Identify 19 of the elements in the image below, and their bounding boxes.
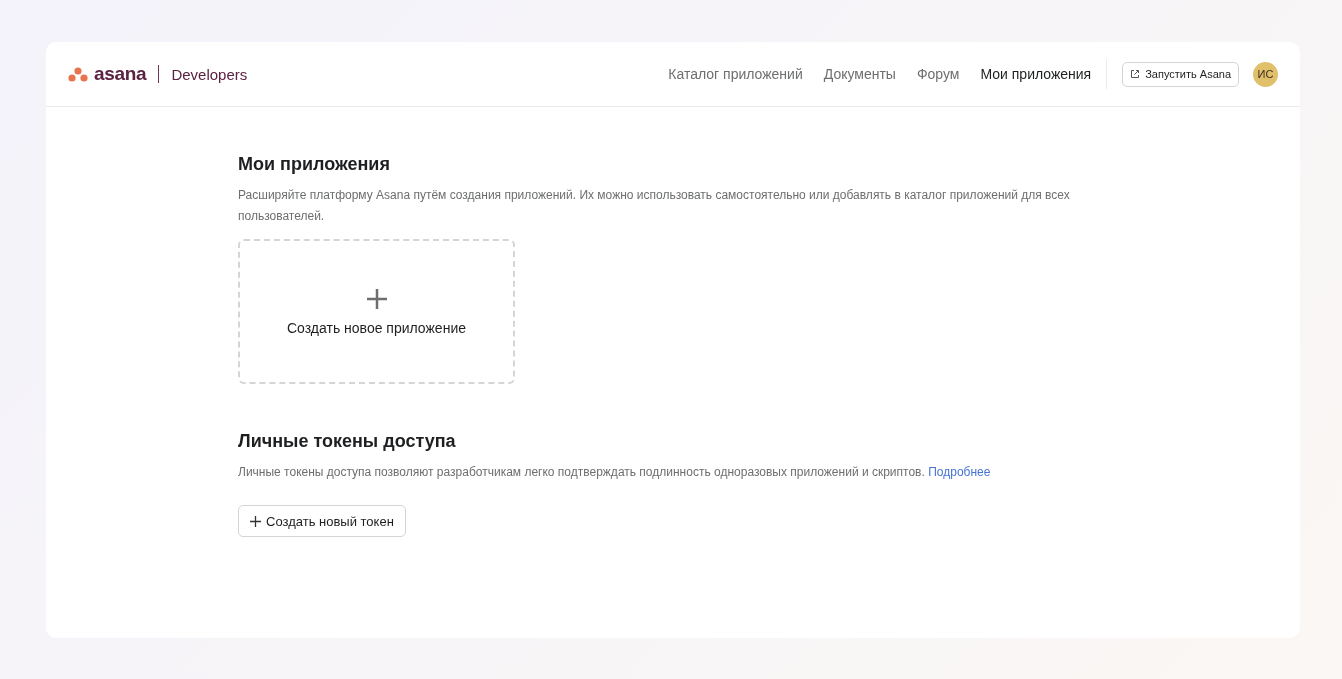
product-name: Developers bbox=[171, 65, 248, 83]
nav-link[interactable]: Каталог приложений bbox=[668, 66, 803, 82]
section-title: Мои приложения bbox=[238, 154, 391, 175]
nav-link[interactable]: Документы bbox=[823, 66, 896, 82]
user-avatar[interactable]: ИС bbox=[1253, 61, 1278, 87]
section-title: Личные токены доступа bbox=[238, 431, 457, 452]
nav-link[interactable]: Форум bbox=[916, 66, 960, 82]
launch-button[interactable]: Запустить Asana bbox=[1122, 61, 1239, 87]
create-app-card[interactable]: Создать новое приложение bbox=[238, 239, 515, 384]
create-token-button[interactable]: Создать новый токен bbox=[238, 505, 406, 537]
logo-text: asana bbox=[94, 63, 147, 85]
logo-dots-icon bbox=[68, 66, 88, 82]
plus-icon bbox=[365, 287, 388, 310]
section-description: Личные токены доступа позволяют разработчикам легко подтверждать подлинность одноразовых приложений и скриптов. Подробнее bbox=[238, 464, 992, 481]
plus-icon bbox=[250, 515, 261, 527]
more-link[interactable]: Подробнее bbox=[928, 465, 991, 479]
nav-link[interactable]: Мои приложения bbox=[980, 66, 1092, 82]
external-link-icon bbox=[1130, 69, 1141, 79]
section-description: Расширяйте платформу Asana путём создания приложений. Их можно использовать самостоятельно или добавлять в каталог приложений для всех пользователей. bbox=[238, 187, 1071, 225]
